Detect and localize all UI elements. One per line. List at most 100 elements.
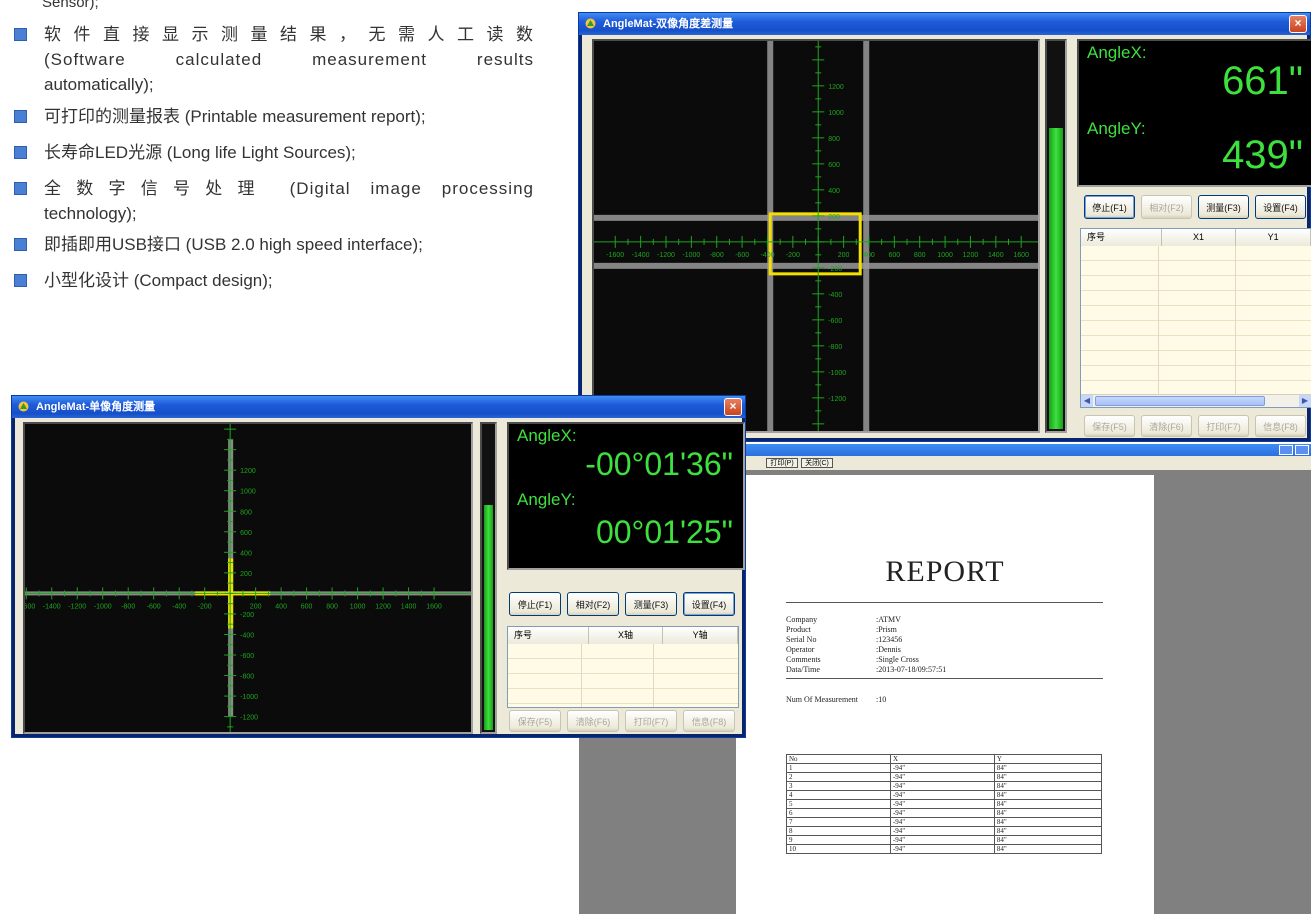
field-value: :123456 — [876, 635, 903, 644]
window-titlebar[interactable]: AngleMat-双像角度差测量 × — [579, 13, 1310, 35]
table-header: X — [889, 754, 995, 764]
table-cell: -94" — [889, 826, 995, 836]
info-button[interactable]: 信息(F8) — [1255, 415, 1306, 437]
table-cell: 84" — [993, 835, 1103, 845]
feature-text-en: (Software calculated measurement results — [44, 50, 534, 69]
horizontal-scrollbar[interactable]: ◀ ▶ — [1081, 394, 1311, 407]
relative-button[interactable]: 相对(F2) — [1141, 195, 1192, 219]
ruler-label-x: 600 — [888, 252, 900, 259]
table-cell: 84" — [993, 808, 1103, 818]
feature-fragment: Sensor); — [42, 0, 99, 11]
ruler-label-x: -1400 — [43, 603, 61, 610]
table-cell: -94" — [889, 790, 995, 800]
signal-level-meter — [480, 422, 497, 734]
settings-button[interactable]: 设置(F4) — [1255, 195, 1306, 219]
ruler-label-x: -400 — [760, 252, 774, 259]
table-header: Y — [993, 754, 1103, 764]
ruler-label-y: -1200 — [240, 715, 258, 722]
table-header[interactable]: X1 — [1162, 229, 1237, 246]
ruler-label-y: 800 — [828, 136, 840, 143]
ruler-label-y: 1000 — [828, 110, 844, 117]
camera-viewport: -1600 -1400 -1200 -1000 -800 -600 -400 -200 200 4… — [592, 39, 1040, 433]
window-titlebar[interactable]: AngleMat-单像角度测量 × — [12, 396, 745, 418]
table-header[interactable]: X轴 — [589, 627, 664, 644]
close-report-button[interactable]: 关闭(C) — [801, 458, 833, 468]
report-title: REPORT — [885, 555, 1005, 588]
signal-level-fill — [1049, 127, 1063, 429]
print-button[interactable]: 打印(F7) — [1198, 415, 1249, 437]
ruler-label-x: 1400 — [401, 603, 417, 610]
ruler-label-x: -1600 — [606, 252, 624, 259]
ruler-label-y: 1200 — [240, 468, 256, 475]
table-cell: 84" — [993, 799, 1103, 809]
ruler-label-x: -1200 — [657, 252, 675, 259]
crosshair-canvas: -1600 -1400 -1200 -1000 -800 -600 -400 -200 200 4… — [594, 41, 1038, 431]
print-button[interactable]: 打印(F7) — [625, 710, 677, 732]
ruler-label-x: 1200 — [375, 603, 391, 610]
table-header[interactable]: Y1 — [1236, 229, 1311, 246]
app-icon — [18, 401, 29, 412]
scrollbar-thumb[interactable] — [1095, 396, 1265, 406]
ruler-label-x: 200 — [250, 603, 262, 610]
ruler-label-y: -600 — [240, 653, 254, 660]
ruler-label-y: -600 — [828, 318, 842, 325]
clear-button[interactable]: 清除(F6) — [567, 710, 619, 732]
save-button[interactable]: 保存(F5) — [1084, 415, 1135, 437]
feature-text: 可打印的测量报表 (Printable measurement report); — [44, 107, 426, 126]
minimize-icon[interactable] — [1279, 445, 1293, 455]
bullet-square-icon — [14, 28, 27, 41]
scroll-right-icon[interactable]: ▶ — [1299, 395, 1311, 407]
table-rows — [508, 644, 738, 707]
ruler-label-x: -600 — [735, 252, 749, 259]
table-cell: 2 — [786, 772, 891, 782]
table-row: 7 -94" 84" — [786, 817, 1103, 827]
table-header[interactable]: 序号 — [1081, 229, 1162, 246]
ruler-label-x: 1600 — [1013, 252, 1029, 259]
table-cell: 84" — [993, 772, 1103, 782]
print-report-button[interactable]: 打印(P) — [766, 458, 798, 468]
ruler-label-y: -1000 — [240, 694, 258, 701]
ruler-label-x: -1400 — [632, 252, 650, 259]
relative-button[interactable]: 相对(F2) — [567, 592, 619, 616]
close-icon[interactable]: × — [1289, 15, 1307, 33]
ruler-label-y: 1200 — [828, 84, 844, 91]
clear-button[interactable]: 清除(F6) — [1141, 415, 1192, 437]
table-row: 3 -94" 84" — [786, 781, 1103, 791]
bullet-square-icon — [14, 146, 27, 159]
signal-level-meter — [1045, 39, 1067, 433]
field-key: Company — [786, 615, 818, 624]
scroll-left-icon[interactable]: ◀ — [1081, 395, 1093, 407]
measure-button[interactable]: 测量(F3) — [1198, 195, 1249, 219]
info-button[interactable]: 信息(F8) — [683, 710, 735, 732]
ruler-label-x: -200 — [198, 603, 212, 610]
signal-level-fill — [484, 505, 493, 730]
ruler-label-y: 200 — [240, 571, 252, 578]
single-image-window: AngleMat-单像角度测量 × -1600 -1400 -1200 -1000 -8… — [11, 395, 746, 738]
table-cell: 84" — [993, 790, 1103, 800]
feature-text: 长寿命LED光源 (Long life Light Sources); — [44, 143, 356, 162]
table-cell: 1 — [786, 763, 891, 773]
table-header[interactable]: Y轴 — [663, 627, 738, 644]
close-icon[interactable]: × — [724, 398, 742, 416]
table-row: 2 -94" 84" — [786, 772, 1103, 782]
ruler-label-y: -400 — [828, 292, 842, 299]
settings-button[interactable]: 设置(F4) — [683, 592, 735, 616]
ruler-label-x: 800 — [914, 252, 926, 259]
feature-item: 可打印的测量报表 (Printable measurement report); — [14, 104, 534, 129]
measure-button[interactable]: 测量(F3) — [625, 592, 677, 616]
angle-readout: AngleX: -00°01'36" AngleY: 00°01'25" — [507, 422, 745, 570]
maximize-icon[interactable] — [1295, 445, 1309, 455]
table-cell: 5 — [786, 799, 891, 809]
table-cell: 84" — [993, 826, 1103, 836]
ruler-label-x: 1000 — [937, 252, 953, 259]
stop-button[interactable]: 停止(F1) — [509, 592, 561, 616]
report-page: REPORT Company:ATMV Product:Prism Serial… — [736, 475, 1154, 914]
table-cell: 8 — [786, 826, 891, 836]
feature-text: 软件直接显示测量结果，无需人工读数 — [44, 25, 534, 44]
ruler-label-y: 400 — [240, 550, 252, 557]
table-cell: 84" — [993, 817, 1103, 827]
table-header[interactable]: 序号 — [508, 627, 589, 644]
stop-button[interactable]: 停止(F1) — [1084, 195, 1135, 219]
save-button[interactable]: 保存(F5) — [509, 710, 561, 732]
ruler-label-x: 400 — [275, 603, 287, 610]
